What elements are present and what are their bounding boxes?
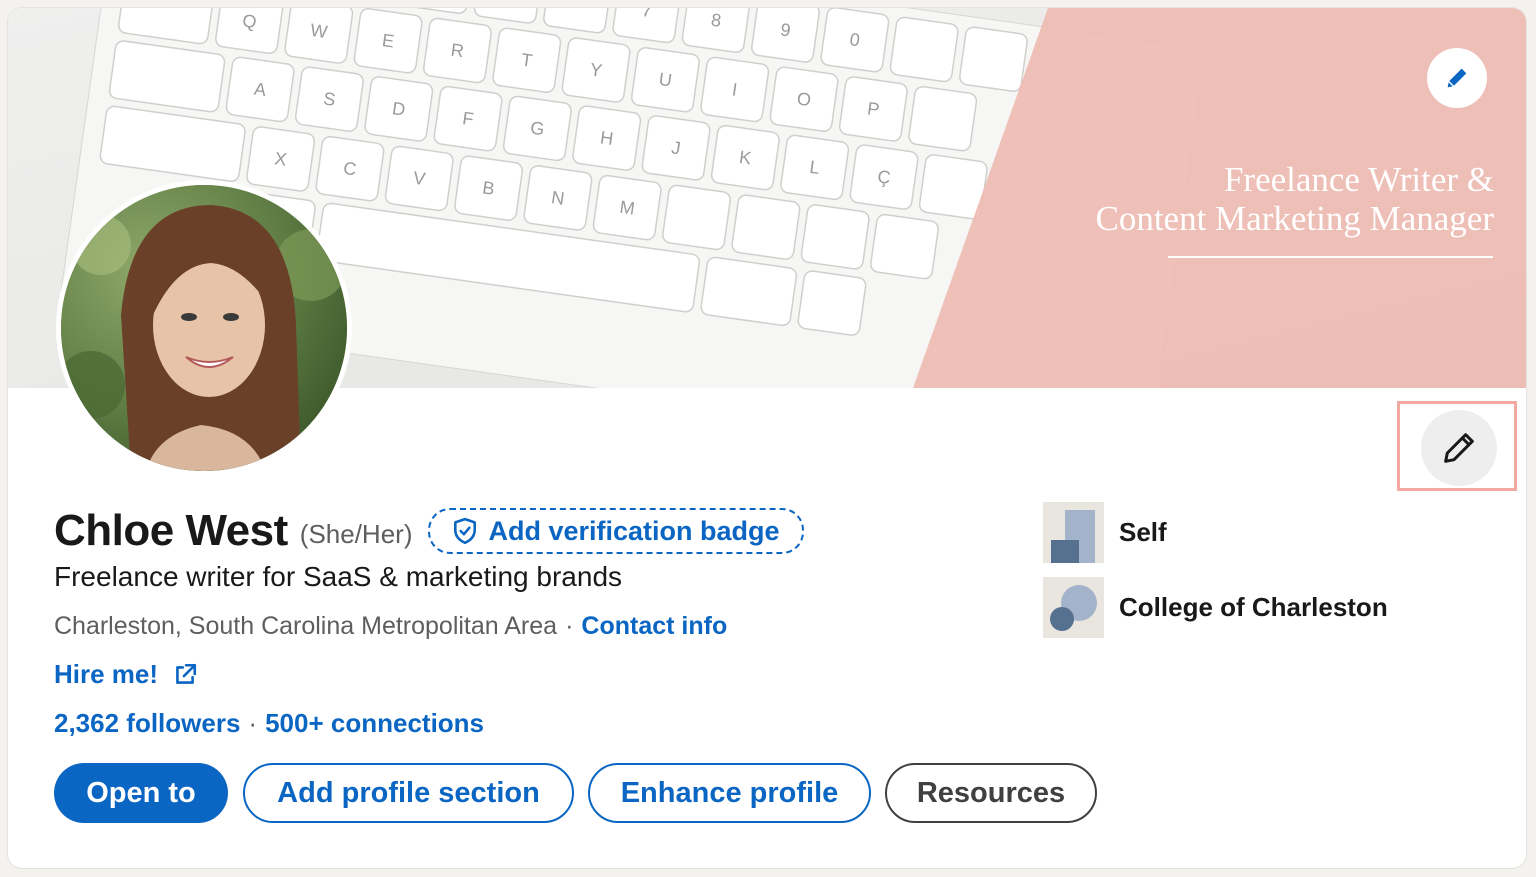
cover-divider <box>1168 256 1493 258</box>
profile-card: 2 3 4 5 6 7 8 9 0 Q W E R T Y U I <box>8 8 1526 868</box>
pronouns: (She/Her) <box>299 518 413 549</box>
separator: · <box>248 708 258 738</box>
company-logo-shape <box>1051 510 1095 563</box>
key-label: R <box>450 40 466 62</box>
org-label: College of Charleston <box>1119 592 1388 622</box>
profile-name: Chloe West <box>54 506 288 555</box>
network-stats: 2,362 followers · 500+ connections <box>54 708 484 739</box>
school-logo-shape <box>1050 585 1097 631</box>
contact-info-link[interactable]: Contact info <box>581 612 727 640</box>
key-label: Q <box>241 10 258 32</box>
hire-me-label: Hire me! <box>54 659 159 689</box>
profile-headline: Freelance writer for SaaS & marketing br… <box>54 561 623 592</box>
resources-button[interactable]: Resources <box>885 763 1097 823</box>
key-label: W <box>309 20 329 42</box>
cover-title-line: Freelance Writer & <box>1223 160 1494 199</box>
school-icon <box>1043 577 1104 638</box>
location-row: Charleston, South Carolina Metropolitan … <box>54 612 727 641</box>
separator: · <box>565 612 574 640</box>
add-verification-badge-button[interactable]: Add verification badge <box>428 508 804 554</box>
add-profile-section-button[interactable]: Add profile section <box>243 763 574 823</box>
shield-check-icon <box>454 517 477 545</box>
connections-link[interactable]: 500+ connections <box>265 708 484 738</box>
edit-intro-button[interactable] <box>1421 410 1497 486</box>
org-label: Self <box>1119 517 1167 547</box>
external-link-icon <box>176 663 197 684</box>
followers-link[interactable]: 2,362 followers <box>54 708 240 738</box>
cover-title: Freelance Writer & Content Marketing Man… <box>1034 160 1494 238</box>
open-to-button[interactable]: Open to <box>54 763 228 823</box>
profile-photo[interactable] <box>56 180 352 476</box>
cover-title-line: Content Marketing Manager <box>1095 199 1494 238</box>
org-item-school[interactable]: College of Charleston <box>1043 577 1388 638</box>
avatar-image <box>61 185 347 471</box>
key-label: N <box>550 187 566 209</box>
key-label: O <box>796 88 813 110</box>
name-row: Chloe West (She/Her) Add verification ba… <box>54 506 804 556</box>
key-label: H <box>599 127 615 149</box>
pencil-icon <box>1444 433 1474 463</box>
key-label: Ç <box>876 166 892 188</box>
key-label: M <box>618 197 636 219</box>
pencil-icon <box>1447 68 1467 88</box>
hire-me-link[interactable]: Hire me! <box>54 659 198 690</box>
key-label: G <box>529 118 546 140</box>
location-text: Charleston, South Carolina Metropolitan … <box>54 612 558 640</box>
key-label: C <box>342 158 358 180</box>
edit-cover-button[interactable] <box>1427 48 1487 108</box>
verification-label: Add verification badge <box>488 515 780 546</box>
key-label: D <box>391 98 407 120</box>
company-icon <box>1043 502 1104 563</box>
enhance-profile-button[interactable]: Enhance profile <box>588 763 871 823</box>
key-label: U <box>658 69 674 91</box>
org-item-self[interactable]: Self <box>1043 502 1167 563</box>
